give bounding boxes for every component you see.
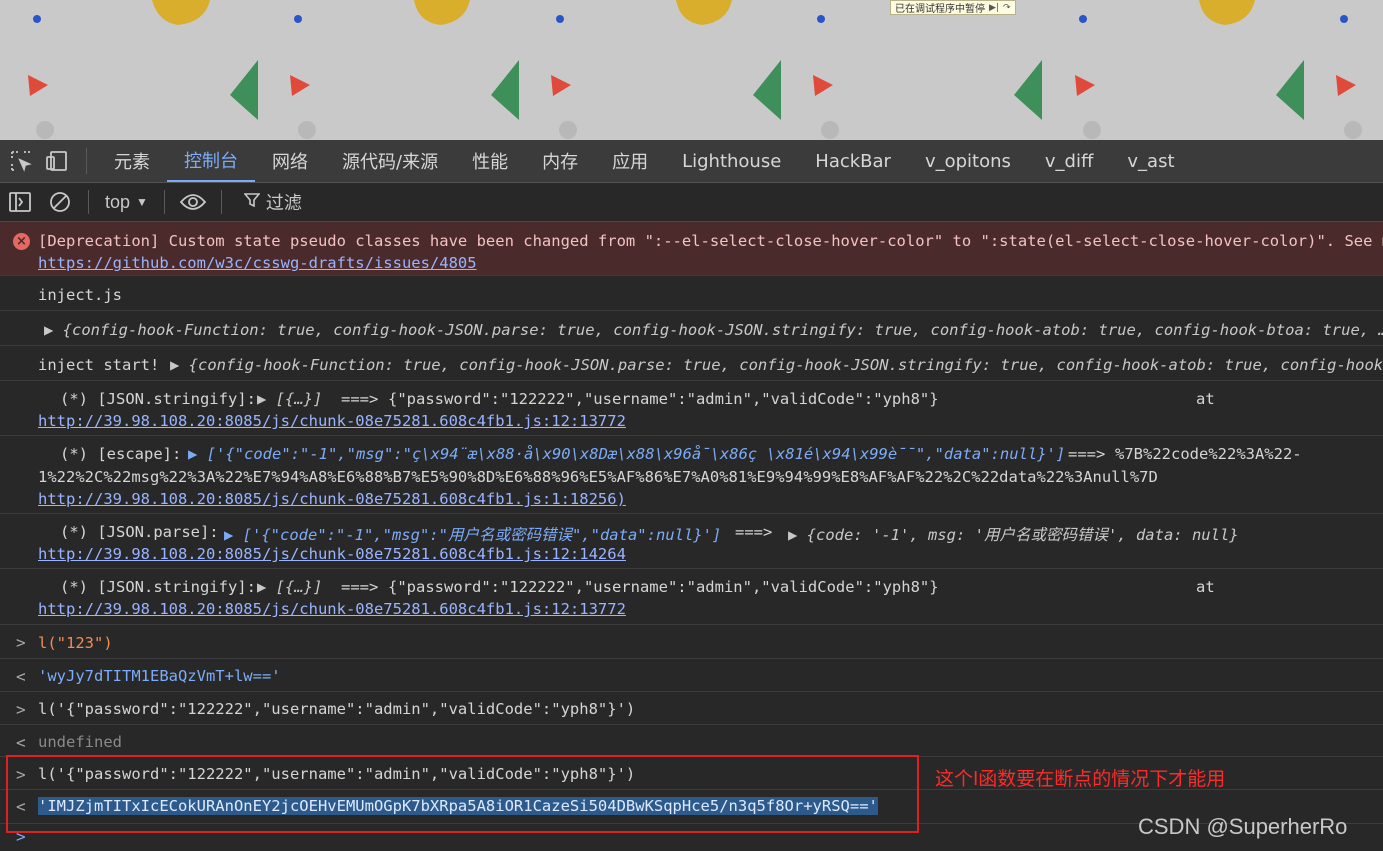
log-arrow: ===> <box>341 578 379 596</box>
log-prefix: (*) [JSON.parse]: <box>60 523 219 541</box>
page-preview: 已在调试程序中暂停 ▶| ↷ <box>0 0 1383 140</box>
output-value: 'wyJy7dTITM1EBaQzVmT+lw==' <box>38 667 281 685</box>
source-link[interactable]: http://39.98.108.20:8085/js/chunk-08e752… <box>38 412 626 430</box>
tab-console[interactable]: 控制台 <box>167 140 255 182</box>
tab-v-ast[interactable]: v_ast <box>1110 140 1191 182</box>
input-prompt-icon: > <box>16 700 26 719</box>
tab-hackbar[interactable]: HackBar <box>798 140 908 182</box>
tab-elements[interactable]: 元素 <box>97 140 167 182</box>
log-row: inject start! ▶ {config-hook-Function: t… <box>0 347 1383 381</box>
tab-v-opitons[interactable]: v_opitons <box>908 140 1028 182</box>
paused-text: 已在调试程序中暂停 <box>895 4 985 15</box>
device-toolbar-icon[interactable] <box>42 146 72 176</box>
inject-start-label: inject start! <box>38 356 160 374</box>
toolbar-separator <box>163 190 165 214</box>
log-row: (*) [escape]: ▶ ['{"code":"-1","msg":"ç\… <box>0 437 1383 514</box>
config-object[interactable]: ▶ {config-hook-Function: true, config-ho… <box>170 356 1383 374</box>
output-prompt-icon: < <box>16 667 26 686</box>
log-row: (*) [JSON.stringify]: ▶ [{…}] ===> {"pas… <box>0 382 1383 436</box>
log-text: inject.js <box>38 286 122 304</box>
deprecation-link[interactable]: https://github.com/w3c/csswg-drafts/issu… <box>38 254 477 272</box>
devtools-tabbar: 元素 控制台 网络 源代码/来源 性能 内存 应用 Lighthouse Hac… <box>0 140 1383 183</box>
log-arrow: ===> <box>1068 445 1106 463</box>
source-link[interactable]: http://39.98.108.20:8085/js/chunk-08e752… <box>38 600 626 618</box>
clear-console-icon[interactable] <box>40 183 80 221</box>
log-row[interactable]: ▶ {config-hook-Function: true, config-ho… <box>0 312 1383 346</box>
log-result: %7B%22code%22%3A%22- <box>1115 445 1302 463</box>
config-object[interactable]: ▶ {config-hook-Function: true, config-ho… <box>44 321 1383 339</box>
input-expression: l('{"password":"122222","username":"admi… <box>38 765 636 783</box>
console-output: × [Deprecation] Custom state pseudo clas… <box>0 222 1383 851</box>
output-prompt-icon: < <box>16 797 26 816</box>
filter-placeholder: 过滤 <box>265 193 302 214</box>
step-over-icon[interactable]: ↷ <box>1003 3 1011 13</box>
log-row: inject.js <box>0 277 1383 311</box>
tab-memory[interactable]: 内存 <box>525 140 595 182</box>
tab-sources[interactable]: 源代码/来源 <box>325 140 455 182</box>
console-output-row: < undefined <box>0 726 1383 757</box>
console-prompt-icon: > <box>16 827 26 846</box>
debugger-paused-banner: 已在调试程序中暂停 ▶| ↷ <box>890 0 1016 15</box>
context-value: top <box>105 191 131 212</box>
tab-separator <box>86 148 87 174</box>
log-at: at <box>1196 390 1215 408</box>
input-expression: l("123") <box>38 634 113 652</box>
log-prefix: (*) [JSON.stringify]: <box>60 390 256 408</box>
filter-input[interactable]: 过滤 <box>243 189 302 215</box>
log-prefix: (*) [JSON.stringify]: <box>60 578 256 596</box>
context-select[interactable]: top ▼ <box>97 183 156 221</box>
console-output-row: < 'wyJy7dTITM1EBaQzVmT+lw==' <box>0 660 1383 692</box>
error-icon: × <box>13 233 30 250</box>
resume-icon[interactable]: ▶| <box>989 3 999 13</box>
input-expression: l('{"password":"122222","username":"admi… <box>38 700 636 718</box>
output-value: undefined <box>38 733 122 751</box>
inspect-element-icon[interactable] <box>6 146 36 176</box>
log-result[interactable]: ▶ {code: '-1', msg: '用户名或密码错误', data: nu… <box>788 523 1239 545</box>
deprecation-message: × [Deprecation] Custom state pseudo clas… <box>0 222 1383 276</box>
log-row: (*) [JSON.stringify]: ▶ [{…}] ===> {"pas… <box>0 570 1383 625</box>
sidebar-toggle-icon[interactable] <box>0 183 40 221</box>
input-prompt-icon: > <box>16 765 26 784</box>
deprecation-text: [Deprecation] Custom state pseudo classe… <box>38 232 1383 250</box>
tab-application[interactable]: 应用 <box>595 140 665 182</box>
input-prompt-icon: > <box>16 633 26 652</box>
console-toolbar: top ▼ 过滤 <box>0 183 1383 222</box>
log-result-cont: 1%22%2C%22msg%22%3A%22%E7%94%A8%E6%88%B7… <box>38 468 1158 486</box>
tab-network[interactable]: 网络 <box>255 140 325 182</box>
tab-v-diff[interactable]: v_diff <box>1028 140 1110 182</box>
console-input-row: > l('{"password":"122222","username":"ad… <box>0 693 1383 725</box>
log-arg[interactable]: ▶ ['{"code":"-1","msg":"ç\x94¨æ\x88·å\x9… <box>188 445 1065 463</box>
page-decoration <box>28 0 1362 139</box>
tab-lighthouse[interactable]: Lighthouse <box>665 140 798 182</box>
log-at: at <box>1196 578 1215 596</box>
log-arg[interactable]: ▶ [{…}] <box>257 578 322 596</box>
live-expression-eye-icon[interactable] <box>173 183 213 221</box>
log-arg[interactable]: ▶ [{…}] <box>257 390 322 408</box>
log-result: {"password":"122222","username":"admin",… <box>388 390 939 408</box>
log-result: {"password":"122222","username":"admin",… <box>388 578 939 596</box>
source-link[interactable]: http://39.98.108.20:8085/js/chunk-08e752… <box>38 545 626 563</box>
log-arrow: ===> <box>735 523 773 541</box>
toolbar-separator <box>88 190 89 214</box>
console-input-row: > l("123") <box>0 626 1383 659</box>
toolbar-separator <box>220 190 222 214</box>
output-prompt-icon: < <box>16 733 26 752</box>
log-arrow: ===> <box>341 390 379 408</box>
log-prefix: (*) [escape]: <box>60 445 182 463</box>
filter-icon <box>243 192 261 213</box>
tab-performance[interactable]: 性能 <box>455 140 525 182</box>
log-arg[interactable]: ▶ ['{"code":"-1","msg":"用户名或密码错误","data"… <box>224 523 721 545</box>
output-value-selected[interactable]: 'IMJZjmTITxIcECokURAnOnEY2jcOEHvEMUmOGpK… <box>38 797 878 815</box>
watermark: CSDN @SuperherRo <box>1138 814 1348 839</box>
chevron-down-icon: ▼ <box>136 195 148 209</box>
source-link[interactable]: http://39.98.108.20:8085/js/chunk-08e752… <box>38 490 626 508</box>
annotation-note: 这个l函数要在断点的情况下才能用 <box>935 768 1226 790</box>
log-row: (*) [JSON.parse]: ▶ ['{"code":"-1","msg"… <box>0 515 1383 569</box>
